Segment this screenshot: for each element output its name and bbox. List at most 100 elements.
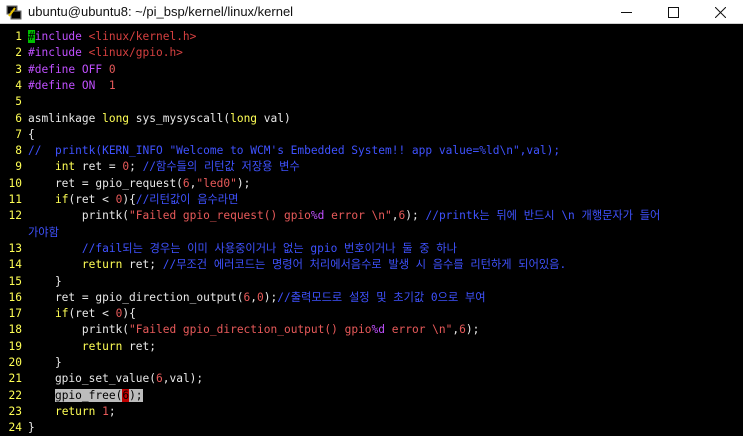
- code-text: #define ON 1: [28, 78, 116, 94]
- code-text: return ret;: [28, 339, 156, 355]
- code-token: //무조건 에러코드는 명령어 처리에서음수로 발생 시 음수를 리턴하게 되어…: [162, 258, 567, 272]
- code-text: if(ret < 0){: [28, 306, 136, 322]
- code-text: gpio_set_value(6,val);: [28, 371, 203, 387]
- code-line[interactable]: 3 #define OFF 0: [0, 62, 743, 78]
- code-token: ,: [391, 209, 399, 223]
- code-token: );: [263, 290, 278, 304]
- code-line[interactable]: 7{: [0, 127, 743, 143]
- code-line[interactable]: 1 #include <linux/kernel.h>: [0, 29, 743, 45]
- code-token: ;: [129, 160, 143, 174]
- line-number: 22: [8, 388, 22, 402]
- code-text: printk("Failed gpio_request() gpio%d err…: [28, 208, 660, 224]
- code-line[interactable]: 10 ret = gpio_request(6,"led0");: [0, 176, 743, 192]
- line-number: 1: [15, 30, 22, 43]
- code-token: return: [81, 339, 123, 353]
- code-token: );: [129, 388, 143, 402]
- code-token: 6: [155, 372, 163, 386]
- line-number: 24: [8, 421, 22, 435]
- code-token: ,val);: [162, 372, 204, 386]
- code-line[interactable]: 19 return ret;: [0, 339, 743, 355]
- putty-terminal-icon[interactable]: [6, 4, 22, 20]
- code-text: }: [28, 274, 62, 290]
- code-token: );: [236, 176, 251, 190]
- terminal-editor[interactable]: 1 #include <linux/kernel.h> 2 #include <lin…: [0, 27, 743, 434]
- code-line[interactable]: 21 gpio_set_value(6,val);: [0, 371, 743, 387]
- code-token: }: [28, 356, 62, 369]
- code-text: #include <linux/gpio.h>: [28, 45, 183, 61]
- code-token: //리턴값이 음수라면: [135, 193, 239, 206]
- code-token: ret =: [75, 160, 123, 174]
- code-line[interactable]: 22 gpio_free(6);: [0, 388, 743, 404]
- code-line[interactable]: 9 int ret = 0; //함수들의 리턴값 저장용 변수: [0, 159, 743, 175]
- code-token: ret;: [122, 258, 163, 272]
- code-line[interactable]: 8 // printk(KERN_INFO "Welcome to WCM's E…: [0, 143, 743, 159]
- code-line[interactable]: 14 return ret; //무조건 에러코드는 명령어 처리에서음수로 발…: [0, 257, 743, 273]
- code-token: }: [28, 421, 35, 435]
- code-line[interactable]: 6 asmlinkage long sys_mysyscall(long val): [0, 111, 743, 127]
- code-text: return ret; //무조건 에러코드는 명령어 처리에서음수로 발생 시…: [28, 257, 566, 273]
- code-token: // printk(KERN_INFO "Welcome to WCM's Em…: [28, 144, 561, 158]
- close-icon: [714, 6, 726, 18]
- line-number: 3: [15, 62, 22, 76]
- code-line[interactable]: 15 }: [0, 274, 743, 290]
- code-token: long: [102, 111, 130, 125]
- code-token: 0: [257, 290, 264, 304]
- code-token: return: [81, 258, 123, 272]
- code-token: 가야함: [28, 225, 59, 239]
- code-token: {: [28, 127, 35, 141]
- code-text: gpio_free(6);: [28, 388, 143, 404]
- code-token: int: [54, 160, 76, 174]
- window-titlebar[interactable]: ubuntu@ubuntu8: ~/pi_bsp/kernel/linux/ke…: [0, 0, 743, 24]
- code-text: //fail되는 경우는 이미 사용중이거나 없는 gpio 번호이거나 둘 중…: [28, 241, 457, 257]
- close-button[interactable]: [697, 0, 743, 24]
- line-number: 9: [15, 160, 22, 174]
- code-line[interactable]: 20 }: [0, 355, 743, 371]
- line-number: 10: [8, 176, 22, 190]
- code-token: gpio_free(: [54, 388, 123, 402]
- code-line[interactable]: 13 //fail되는 경우는 이미 사용중이거나 없는 gpio 번호이거나 …: [0, 241, 743, 257]
- code-line[interactable]: 4 #define ON 1: [0, 78, 743, 94]
- line-number: 20: [8, 356, 22, 369]
- line-number: 5: [15, 95, 22, 109]
- code-line[interactable]: 16 ret = gpio_direction_output(6,0);//출력…: [0, 290, 743, 306]
- code-text: }: [28, 420, 35, 436]
- window-title: ubuntu@ubuntu8: ~/pi_bsp/kernel/linux/ke…: [28, 4, 294, 19]
- code-token: sys_mysyscall(: [129, 111, 231, 125]
- line-number: 13: [8, 241, 22, 255]
- code-token: ret;: [122, 339, 156, 353]
- line-number: 21: [8, 372, 22, 386]
- code-token: if: [54, 307, 69, 321]
- code-token: ret = gpio_direction_output(: [28, 290, 244, 304]
- code-token: return: [54, 404, 96, 418]
- code-token: );: [465, 323, 480, 337]
- code-line[interactable]: 12 printk("Failed gpio_request() gpio%d …: [0, 208, 743, 224]
- code-line[interactable]: 가야함: [0, 225, 743, 241]
- code-token: if: [54, 193, 69, 206]
- line-number: 4: [15, 78, 22, 92]
- code-token: //함수들의 리턴값 저장용 변수: [142, 160, 300, 174]
- code-token: 1: [108, 78, 116, 92]
- line-number: 2: [15, 46, 22, 60]
- code-line[interactable]: 5: [0, 94, 743, 110]
- code-token: ;: [108, 404, 116, 418]
- code-text: }: [28, 355, 62, 371]
- code-line[interactable]: 18 printk("Failed gpio_direction_output(…: [0, 322, 743, 338]
- code-line[interactable]: 24}: [0, 420, 743, 436]
- line-number: 15: [8, 274, 22, 288]
- code-text: // printk(KERN_INFO "Welcome to WCM's Em…: [28, 143, 560, 159]
- code-line[interactable]: 17 if(ret < 0){: [0, 306, 743, 322]
- code-text: asmlinkage long sys_mysyscall(long val): [28, 111, 291, 127]
- code-line[interactable]: 11 if(ret < 0){//리턴값이 음수라면: [0, 192, 743, 208]
- code-token: error \n": [324, 209, 392, 223]
- code-line[interactable]: 2 #include <linux/gpio.h>: [0, 45, 743, 61]
- maximize-button[interactable]: [650, 0, 696, 24]
- minimize-button[interactable]: [603, 0, 649, 24]
- code-line[interactable]: 23 return 1;: [0, 404, 743, 420]
- line-number: 8: [15, 144, 22, 158]
- code-token: error \n": [385, 323, 453, 337]
- code-token: %d: [371, 323, 386, 337]
- code-text: 가야함: [28, 225, 59, 241]
- line-number: 11: [8, 193, 22, 206]
